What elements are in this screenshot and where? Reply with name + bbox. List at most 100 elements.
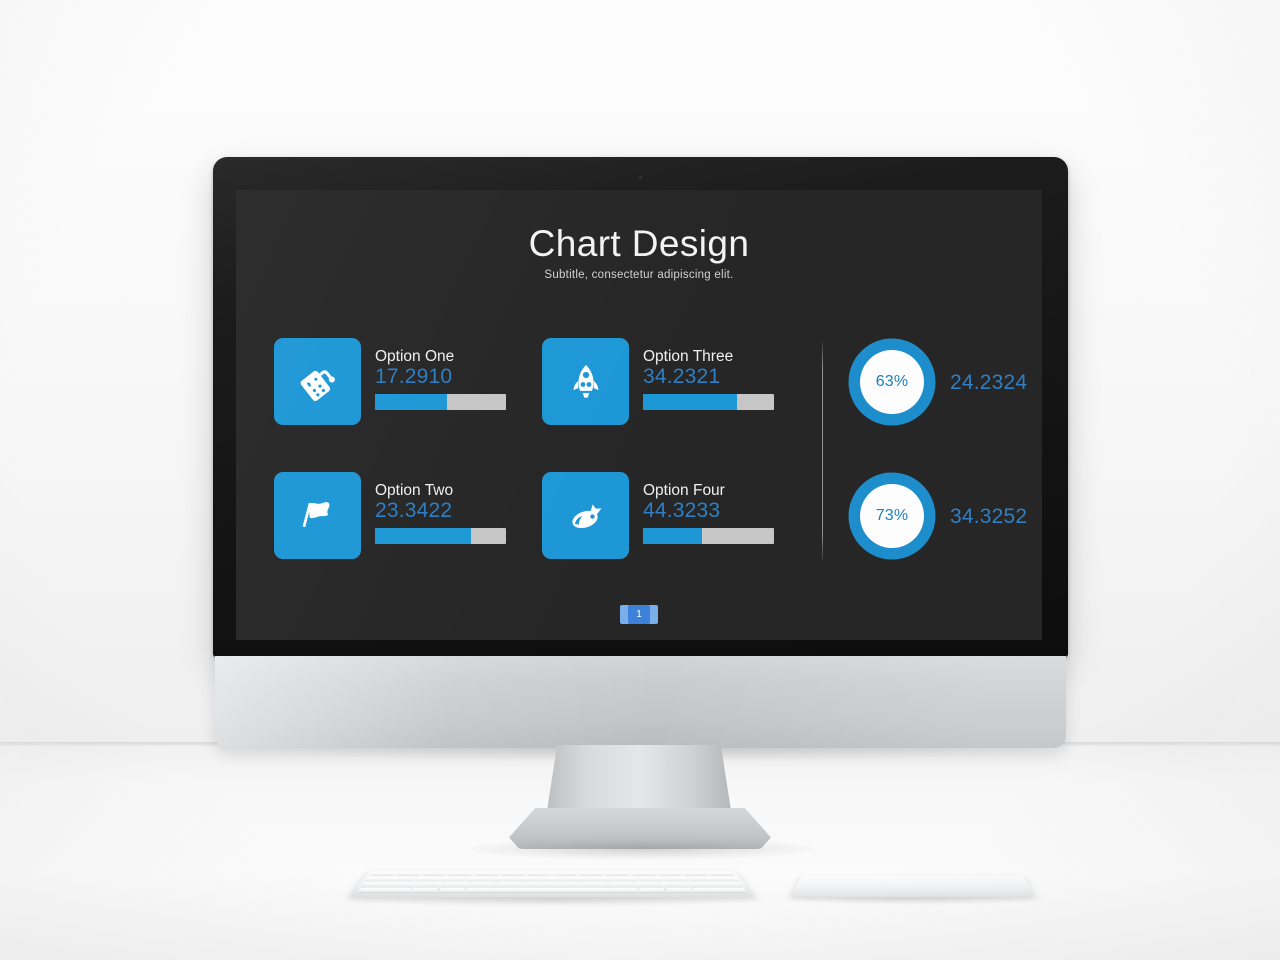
- option-two-label: Option Two: [375, 482, 454, 499]
- gamepad-icon: [295, 359, 341, 405]
- gauge-two-inner: 73%: [860, 484, 924, 548]
- keyboard-key[interactable]: [422, 871, 448, 876]
- keyboard-key[interactable]: [565, 877, 589, 881]
- option-item-four[interactable]: Option Four 44.3233: [542, 472, 804, 606]
- gauge-two-percent: 73%: [875, 507, 909, 524]
- keyboard-key[interactable]: [500, 871, 526, 876]
- slide-header: Chart Design Subtitle, consectetur adipi…: [236, 190, 1042, 281]
- stand-shadow: [470, 838, 815, 860]
- gauge-one-percent: 63%: [875, 373, 909, 390]
- option-four-body: Option Four 44.3233: [643, 472, 795, 544]
- keyboard-key[interactable]: [687, 882, 743, 887]
- keyboard-key[interactable]: [370, 871, 397, 876]
- keyboard-row: [361, 877, 742, 881]
- keyboard-key[interactable]: [607, 882, 633, 887]
- keyboard-key[interactable]: [604, 871, 630, 876]
- option-item-three[interactable]: Option Three 34.2321: [542, 338, 804, 472]
- keyboard-key[interactable]: [553, 882, 579, 887]
- option-three-value: 34.2321: [643, 365, 721, 388]
- keyboard-key[interactable]: [580, 882, 606, 887]
- rocket-icon: [563, 359, 609, 405]
- keyboard-key[interactable]: [633, 882, 661, 887]
- keyboard-key[interactable]: [443, 882, 471, 887]
- keyboard-key[interactable]: [553, 871, 577, 876]
- monitor-chin: [215, 656, 1066, 748]
- option-two-progress-bar: [375, 528, 506, 544]
- monitor-stand-neck: [546, 745, 732, 817]
- keyboard-key[interactable]: [474, 871, 500, 876]
- page-indicator[interactable]: 1: [620, 605, 658, 624]
- flag-icon: [295, 493, 341, 539]
- desk-scene: Chart Design Subtitle, consectetur adipi…: [0, 0, 1280, 960]
- keyboard-key[interactable]: [448, 871, 474, 876]
- option-two-progress-fill: [375, 528, 471, 544]
- keyboard-key[interactable]: [682, 871, 708, 876]
- gauge-item-two[interactable]: 73% 34.3252: [848, 472, 1042, 606]
- option-one-icon-tile[interactable]: [274, 338, 361, 425]
- keyboard-key[interactable]: [411, 888, 439, 893]
- keyboard-key[interactable]: [663, 877, 689, 881]
- keyboard-key[interactable]: [707, 871, 734, 876]
- option-four-icon-tile[interactable]: [542, 472, 629, 559]
- keyboard-key[interactable]: [396, 871, 422, 876]
- keyboard-key[interactable]: [665, 888, 693, 893]
- gauge-two-ring: 73%: [848, 472, 936, 560]
- computer-monitor: Chart Design Subtitle, consectetur adipi…: [213, 157, 1068, 749]
- gauge-one-ring: 63%: [848, 338, 936, 426]
- trackpad[interactable]: [790, 875, 1035, 897]
- keyboard-key[interactable]: [639, 877, 664, 881]
- option-three-icon-tile[interactable]: [542, 338, 629, 425]
- webcam-icon: [638, 175, 643, 180]
- keyboard-key[interactable]: [515, 877, 539, 881]
- option-two-icon-tile[interactable]: [274, 472, 361, 559]
- option-four-progress-bar: [643, 528, 774, 544]
- keyboard-key[interactable]: [465, 877, 490, 881]
- gauge-two-value: 34.3252: [950, 505, 1028, 528]
- keyboard-key[interactable]: [498, 882, 524, 887]
- keyboard-key[interactable]: [614, 877, 639, 881]
- option-three-label: Option Three: [643, 348, 734, 365]
- keyboard-key[interactable]: [416, 882, 444, 887]
- gauge-item-one[interactable]: 63% 24.2324: [848, 338, 1042, 472]
- option-one-label: Option One: [375, 348, 455, 365]
- keyboard-key[interactable]: [366, 877, 416, 881]
- keyboard-key[interactable]: [527, 871, 551, 876]
- keyboard[interactable]: [349, 870, 755, 897]
- keyboard-key[interactable]: [639, 888, 666, 893]
- options-grid: Option One 17.2910 Option Three 34.2321 …: [274, 338, 804, 606]
- keyboard-key[interactable]: [415, 877, 441, 881]
- keyboard-key[interactable]: [656, 871, 682, 876]
- option-three-progress-bar: [643, 394, 774, 410]
- monitor-bezel: Chart Design Subtitle, consectetur adipi…: [213, 157, 1068, 657]
- keyboard-key[interactable]: [630, 871, 656, 876]
- keyboard-key[interactable]: [471, 882, 497, 887]
- keyboard-key[interactable]: [692, 888, 747, 893]
- keyboard-key[interactable]: [525, 882, 551, 887]
- slide-content: Option One 17.2910 Option Three 34.2321 …: [236, 338, 1042, 588]
- page-subtitle: Subtitle, consectetur adipiscing elit.: [544, 268, 734, 281]
- keyboard-key[interactable]: [438, 888, 465, 893]
- option-one-value: 17.2910: [375, 365, 453, 388]
- gauge-one-value: 24.2324: [950, 371, 1028, 394]
- option-one-progress-bar: [375, 394, 506, 410]
- keyboard-key[interactable]: [361, 882, 417, 887]
- keyboard-row: [353, 888, 752, 893]
- keyboard-key[interactable]: [490, 877, 514, 881]
- keyboard-key[interactable]: [660, 882, 688, 887]
- page-indicator-number: 1: [628, 605, 650, 624]
- keyboard-key[interactable]: [540, 877, 564, 881]
- keyboard-key[interactable]: [688, 877, 738, 881]
- keyboard-key[interactable]: [578, 871, 604, 876]
- keyboard-key[interactable]: [590, 877, 614, 881]
- keyboard-key[interactable]: [357, 888, 412, 893]
- keyboard-key[interactable]: [440, 877, 465, 881]
- option-one-progress-fill: [375, 394, 448, 410]
- keyboard-row: [365, 871, 738, 876]
- keyboard-spacebar[interactable]: [466, 888, 639, 893]
- page-title: Chart Design: [528, 223, 750, 264]
- option-three-body: Option Three 34.2321: [643, 338, 795, 410]
- chin-sheen: [215, 656, 1066, 748]
- option-four-progress-fill: [643, 528, 702, 544]
- option-item-two[interactable]: Option Two 23.3422: [274, 472, 536, 606]
- option-item-one[interactable]: Option One 17.2910: [274, 338, 536, 472]
